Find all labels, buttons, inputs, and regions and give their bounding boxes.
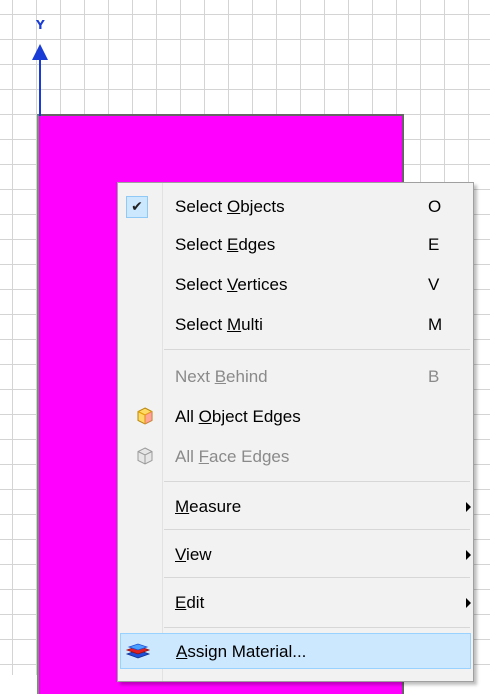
menu-item-next-behind[interactable]: Next Behind B	[120, 359, 471, 395]
menu-item-shortcut: V	[428, 275, 440, 294]
checkmark-icon: ✔	[126, 196, 148, 218]
y-axis-label: Y	[36, 18, 45, 32]
menu-item-label: Assign Material...	[176, 642, 307, 661]
menu-item-select-edges[interactable]: Select Edges E	[120, 227, 471, 263]
menu-item-shortcut: B	[428, 367, 440, 386]
menu-item-all-face-edges[interactable]: All Face Edges	[120, 439, 471, 475]
material-icon	[125, 643, 151, 659]
menu-separator	[164, 349, 470, 350]
y-axis-arrow-icon	[32, 44, 48, 60]
menu-item-label: All Face Edges	[175, 447, 290, 466]
menu-item-select-vertices[interactable]: Select Vertices V	[120, 267, 471, 303]
menu-item-view[interactable]: View	[120, 537, 471, 573]
menu-item-label: Next Behind	[175, 367, 268, 386]
menu-separator	[164, 529, 470, 530]
menu-item-label: Select Edges	[175, 235, 276, 254]
menu-item-select-multi[interactable]: Select Multi M	[120, 307, 471, 343]
context-menu: ✔ Select Objects O Select Edges E Select…	[117, 182, 474, 682]
menu-item-label: View	[175, 545, 212, 564]
cube-icon	[137, 447, 153, 465]
cube-icon	[137, 407, 153, 425]
menu-item-label: Select Vertices	[175, 275, 288, 294]
menu-item-measure[interactable]: Measure	[120, 489, 471, 525]
submenu-arrow-icon	[466, 550, 471, 560]
submenu-arrow-icon	[466, 598, 471, 608]
menu-item-shortcut: E	[428, 235, 440, 254]
y-axis-line	[39, 52, 41, 116]
menu-separator	[164, 627, 470, 628]
menu-item-label: Edit	[175, 593, 205, 612]
menu-item-all-object-edges[interactable]: All Object Edges	[120, 399, 471, 435]
menu-item-assign-material[interactable]: Assign Material...	[120, 633, 471, 669]
menu-separator	[164, 577, 470, 578]
menu-item-select-objects[interactable]: ✔ Select Objects O	[120, 189, 471, 225]
menu-separator	[164, 481, 470, 482]
submenu-arrow-icon	[466, 502, 471, 512]
menu-item-label: All Object Edges	[175, 407, 301, 426]
menu-item-shortcut: M	[428, 315, 443, 334]
menu-item-label: Select Objects	[175, 197, 285, 216]
menu-item-label: Select Multi	[175, 315, 263, 334]
menu-item-shortcut: O	[428, 197, 442, 216]
menu-item-label: Measure	[175, 497, 242, 516]
menu-item-edit[interactable]: Edit	[120, 585, 471, 621]
